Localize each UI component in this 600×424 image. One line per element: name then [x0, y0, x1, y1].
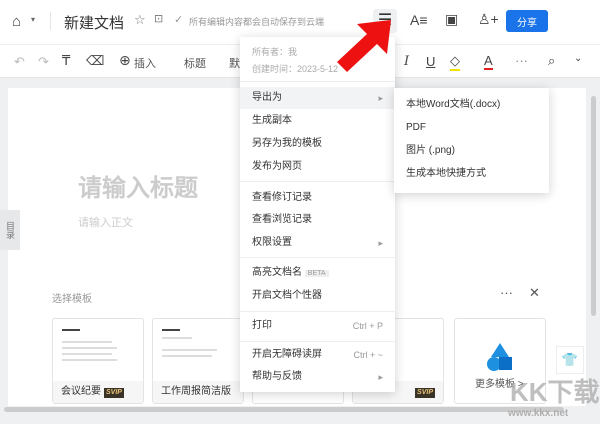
search-icon[interactable]: ⌕ — [548, 53, 555, 69]
highlight-icon[interactable]: ◇ — [450, 53, 460, 71]
template-name: 工作周报简洁版 — [161, 386, 231, 397]
menu-item-permissions[interactable]: 权限设置 ▸ — [240, 232, 395, 254]
menu-item-personalize[interactable]: 开启文档个性器 — [240, 285, 395, 307]
menu-item-publish[interactable]: 发布为网页 — [240, 156, 395, 178]
export-submenu: 本地Word文档(.docx) PDF 图片 (.png) 生成本地快捷方式 — [394, 88, 549, 193]
body-input[interactable]: 请输入正文 — [78, 214, 133, 230]
skin-icon[interactable]: 👕 — [556, 346, 584, 374]
menu-item-views[interactable]: 查看浏览记录 — [240, 209, 395, 231]
export-docx[interactable]: 本地Word文档(.docx) — [394, 94, 549, 116]
font-color-icon[interactable]: A — [484, 53, 493, 70]
menu-item-export[interactable]: 导出为 ▸ — [240, 87, 395, 109]
chevron-right-icon: ▸ — [378, 238, 383, 248]
folder-icon[interactable]: ⊡ — [154, 12, 163, 25]
save-status: 所有编辑内容都会自动保存到云端 — [189, 17, 325, 27]
chevron-down-icon[interactable]: ▾ — [31, 15, 35, 24]
redo-icon[interactable]: ↷ — [38, 54, 49, 70]
template-card[interactable]: 会议纪要 SVIP — [52, 318, 144, 404]
templates-label: 选择模板 — [52, 294, 92, 305]
red-arrow-annotation — [337, 20, 391, 72]
menu-item-save-template[interactable]: 另存为我的模板 — [240, 133, 395, 155]
menu-item-revisions[interactable]: 查看修订记录 — [240, 187, 395, 209]
undo-icon[interactable]: ↶ — [14, 54, 25, 70]
home-icon[interactable]: ⌂ — [12, 13, 21, 30]
doc-title[interactable]: 新建文档 — [64, 12, 124, 33]
created-info: 创建时间：2023-5-12 — [252, 64, 339, 74]
title-input[interactable]: 请输入标题 — [78, 168, 198, 203]
export-shortcut[interactable]: 生成本地快捷方式 — [394, 163, 549, 185]
insert-button[interactable]: 插入 — [134, 55, 156, 71]
svip-badge: SVIP — [104, 388, 124, 398]
shapes-icon — [491, 343, 509, 357]
presentation-icon[interactable]: ▣ — [445, 11, 458, 28]
svip-badge: SVIP — [415, 388, 435, 398]
owner-info: 所有者：我 — [252, 47, 298, 57]
menu-item-help[interactable]: 帮助与反馈 ▸ — [240, 366, 395, 388]
add-user-icon[interactable]: ♙+ — [478, 11, 499, 28]
horizontal-scrollbar[interactable] — [4, 407, 564, 412]
chevron-right-icon: ▸ — [378, 93, 383, 103]
font-style-icon[interactable]: A≡ — [410, 12, 428, 28]
more-icon[interactable]: ··· — [500, 285, 513, 300]
export-pdf[interactable]: PDF — [394, 117, 549, 139]
check-circle-icon: ✓ — [174, 14, 184, 26]
vertical-scrollbar[interactable] — [591, 96, 596, 316]
menu-item-accessibility[interactable]: 开启无障碍读屏 Ctrl + ~ — [240, 344, 395, 366]
format-painter-icon[interactable]: ₸ — [62, 53, 70, 69]
chevron-right-icon: ▸ — [378, 372, 383, 382]
menu-item-highlight-name[interactable]: 高亮文档名 BETA — [240, 262, 395, 284]
beta-badge: BETA — [304, 270, 329, 277]
plus-circle-icon: ⊕ — [119, 52, 131, 68]
star-icon[interactable]: ☆ — [134, 12, 146, 28]
share-button[interactable]: 分享 — [506, 10, 548, 32]
eraser-icon[interactable]: ⌫ — [86, 53, 104, 69]
document-menu: 所有者：我 创建时间：2023-5-12 导出为 ▸ 生成副本 另存为我的模板 发… — [240, 37, 395, 392]
underline-icon[interactable]: U — [426, 54, 435, 69]
template-name: 会议纪要 — [61, 386, 101, 397]
more-icon[interactable]: ··· — [515, 53, 528, 68]
font-select[interactable]: 默 — [229, 55, 240, 71]
close-icon[interactable]: ✕ — [529, 285, 540, 301]
template-card[interactable]: 工作周报简洁版 — [152, 318, 244, 404]
export-png[interactable]: 图片 (.png) — [394, 140, 549, 162]
menu-item-copy[interactable]: 生成副本 — [240, 110, 395, 132]
expand-icon[interactable]: ⌄ — [574, 53, 582, 64]
watermark-url: www.kkx.net — [508, 408, 569, 419]
italic-icon[interactable]: I — [404, 54, 409, 69]
toc-tab[interactable]: 目录 — [0, 210, 20, 250]
heading-select[interactable]: 标题 — [184, 55, 206, 71]
menu-item-print[interactable]: 打印 Ctrl + P — [240, 315, 395, 337]
watermark-logo: KK下载 — [510, 377, 600, 407]
